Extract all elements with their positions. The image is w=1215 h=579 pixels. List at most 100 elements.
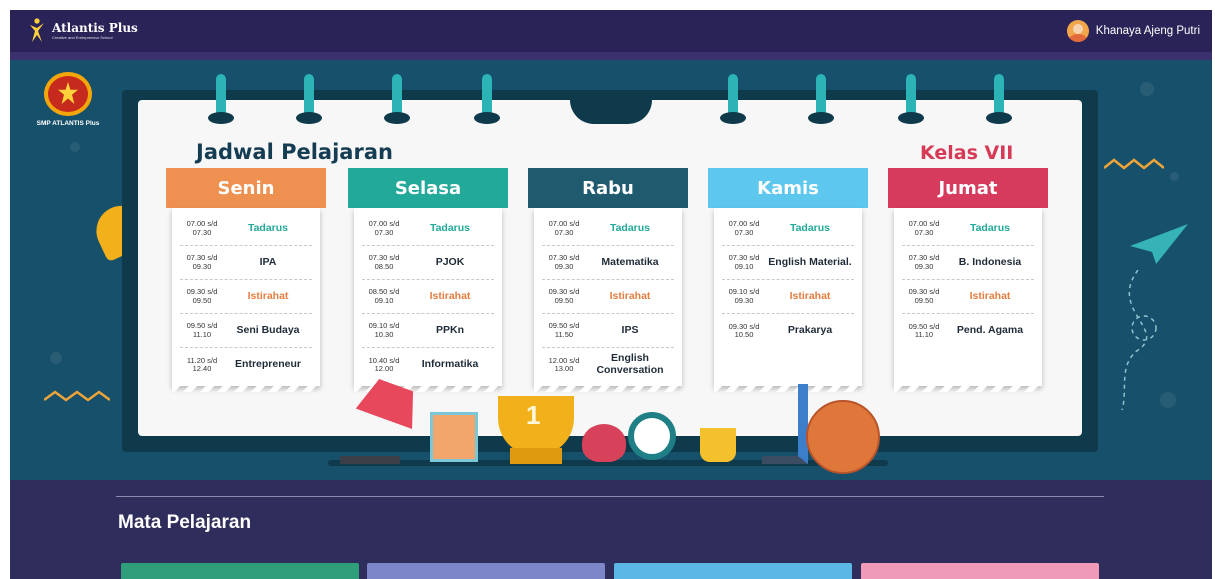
banner-top-strip bbox=[10, 52, 1212, 60]
slot-subject: Istirahat bbox=[789, 289, 831, 302]
subject-card[interactable] bbox=[367, 563, 605, 579]
slot-time: 09.30 s/d 09.50 bbox=[548, 287, 580, 305]
dotted-flight-path bbox=[1121, 270, 1157, 410]
day-schedule-card: 07.00 s/d 07.30 Tadarus 07.30 s/d 09.10 Eng… bbox=[714, 208, 862, 392]
day-header: Senin bbox=[166, 168, 326, 208]
schedule-slot: 07.30 s/d 09.30 IPA bbox=[180, 246, 312, 280]
schedule-slot: 07.30 s/d 09.30 B. Indonesia bbox=[902, 246, 1034, 280]
day-schedule-card: 07.00 s/d 07.30 Tadarus 07.30 s/d 09.30 Mat… bbox=[534, 208, 682, 392]
schedule-slot: 09.10 s/d 10.30 PPKn bbox=[362, 314, 494, 348]
slot-time: 09.30 s/d 09.50 bbox=[186, 287, 218, 305]
slot-subject: Tadarus bbox=[429, 221, 471, 234]
brand-tagline: Creative and Entrepreneur School bbox=[52, 35, 113, 40]
trophy-base bbox=[510, 448, 562, 464]
schedule-banner: SMP ATLANTIS Plus Jadwal Pelajaran Kelas… bbox=[10, 52, 1212, 480]
slot-time: 07.30 s/d 09.30 bbox=[908, 253, 940, 271]
day-header: Kamis bbox=[708, 168, 868, 208]
slot-time: 07.00 s/d 07.30 bbox=[368, 219, 400, 237]
slot-time: 07.30 s/d 09.10 bbox=[728, 253, 760, 271]
slot-subject: Seni Budaya bbox=[236, 323, 300, 336]
slot-time: 09.50 s/d 11.50 bbox=[548, 321, 580, 339]
slot-time: 07.00 s/d 07.30 bbox=[908, 219, 940, 237]
schedule-slot: 07.00 s/d 07.30 Tadarus bbox=[902, 212, 1034, 246]
subject-card[interactable] bbox=[614, 563, 852, 579]
school-logo: SMP ATLANTIS Plus bbox=[28, 72, 108, 127]
schedule-slot: 07.30 s/d 09.10 English Material. bbox=[722, 246, 854, 280]
day-column-selasa: Selasa 07.00 s/d 07.30 Tadarus 07.30 s/d 08… bbox=[348, 168, 508, 392]
schedule-slot: 09.50 s/d 11.10 Seni Budaya bbox=[180, 314, 312, 348]
schedule-slot: 11.20 s/d 12.40 Entrepreneur bbox=[180, 348, 312, 382]
slot-subject: Istirahat bbox=[429, 289, 471, 302]
slot-subject: Istirahat bbox=[247, 289, 289, 302]
subject-card[interactable] bbox=[861, 563, 1099, 579]
slot-subject: PPKn bbox=[435, 323, 464, 336]
schedule-slot: 10.40 s/d 12.00 Informatika bbox=[362, 348, 494, 382]
day-schedule-card: 07.00 s/d 07.30 Tadarus 07.30 s/d 09.30 B. … bbox=[894, 208, 1042, 392]
slot-time: 08.50 s/d 09.10 bbox=[368, 287, 400, 305]
subjects-section: Mata Pelajaran bbox=[10, 480, 1212, 579]
books-icon bbox=[430, 412, 478, 462]
slot-subject: English Material. bbox=[768, 255, 852, 268]
day-column-rabu: Rabu 07.00 s/d 07.30 Tadarus 07.30 s/d 09.3… bbox=[528, 168, 688, 392]
bubble-decoration bbox=[50, 352, 62, 364]
zigzag-decoration bbox=[1104, 158, 1164, 170]
day-column-kamis: Kamis 07.00 s/d 07.30 Tadarus 07.30 s/d 09.… bbox=[708, 168, 868, 392]
schedule-slot: 09.50 s/d 11.50 IPS bbox=[542, 314, 674, 348]
slot-subject: Tadarus bbox=[789, 221, 831, 234]
binder-ring bbox=[986, 74, 1012, 124]
slot-time: 09.50 s/d 11.10 bbox=[908, 321, 940, 339]
trophy-number: 1 bbox=[526, 400, 541, 430]
avatar[interactable] bbox=[1066, 20, 1089, 42]
slot-subject: Tadarus bbox=[247, 221, 289, 234]
slot-time: 07.30 s/d 09.30 bbox=[186, 253, 218, 271]
zigzag-decoration bbox=[44, 390, 110, 402]
slot-time: 09.10 s/d 09.30 bbox=[728, 287, 760, 305]
user-menu[interactable]: Khanaya Ajeng Putri bbox=[1066, 20, 1200, 42]
slot-subject: Informatika bbox=[421, 358, 479, 371]
brand-logo[interactable]: Atlantis Plus Creative and Entrepreneur … bbox=[28, 18, 138, 44]
binder-ring bbox=[808, 74, 834, 124]
schedule-slot: 07.00 s/d 07.30 Tadarus bbox=[542, 212, 674, 246]
school-label: SMP ATLANTIS Plus bbox=[36, 120, 100, 127]
slot-subject: Istirahat bbox=[609, 289, 651, 302]
slot-time: 09.50 s/d 11.10 bbox=[186, 321, 218, 339]
section-divider bbox=[116, 496, 1104, 497]
microscope-icon bbox=[762, 384, 808, 464]
day-header: Selasa bbox=[348, 168, 508, 208]
binder-ring bbox=[898, 74, 924, 124]
slot-time: 07.00 s/d 07.30 bbox=[728, 219, 760, 237]
bubble-decoration bbox=[1170, 172, 1179, 181]
slot-subject: English Conversation bbox=[596, 352, 664, 376]
paper-plane-icon bbox=[1130, 224, 1188, 264]
slot-time: 07.00 s/d 07.30 bbox=[548, 219, 580, 237]
slot-subject: Tadarus bbox=[609, 221, 651, 234]
schedule-slot: 09.30 s/d 09.50 Istirahat bbox=[902, 280, 1034, 314]
slot-subject: Entrepreneur bbox=[235, 358, 301, 371]
binder-ring bbox=[474, 74, 500, 124]
slot-time: 07.30 s/d 08.50 bbox=[368, 253, 400, 271]
pencil-cup-icon bbox=[700, 428, 736, 462]
alarm-clock-icon bbox=[628, 412, 676, 460]
user-name[interactable]: Khanaya Ajeng Putri bbox=[1096, 25, 1200, 37]
slot-subject: Pend. Agama bbox=[956, 324, 1024, 337]
slot-time: 09.10 s/d 10.30 bbox=[368, 321, 400, 339]
slot-time: 09.30 s/d 10.50 bbox=[728, 321, 760, 339]
flask-icon bbox=[582, 424, 626, 462]
day-schedule-card: 07.00 s/d 07.30 Tadarus 07.30 s/d 09.30 IPA… bbox=[172, 208, 320, 392]
schedule-slot: 07.30 s/d 09.30 Matematika bbox=[542, 246, 674, 280]
brand-figure-icon bbox=[30, 18, 44, 42]
brand-name: Atlantis Plus bbox=[52, 21, 138, 35]
schedule-slot: 12.00 s/d 13.00 English Conversation bbox=[542, 348, 674, 382]
schedule-title: Jadwal Pelajaran bbox=[196, 140, 393, 164]
slot-subject: B. Indonesia bbox=[958, 255, 1022, 268]
bubble-decoration bbox=[1140, 82, 1154, 96]
lamp-base bbox=[340, 456, 400, 464]
day-schedule-card: 07.00 s/d 07.30 Tadarus 07.30 s/d 08.50 PJO… bbox=[354, 208, 502, 392]
schedule-slot: 07.00 s/d 07.30 Tadarus bbox=[180, 212, 312, 246]
schedule-slot: 09.30 s/d 10.50 Prakarya bbox=[722, 314, 854, 348]
subject-card[interactable] bbox=[121, 563, 359, 579]
slot-time: 12.00 s/d 13.00 bbox=[548, 355, 580, 373]
bubble-decoration bbox=[70, 142, 80, 152]
slot-subject: Prakarya bbox=[787, 324, 833, 337]
schedule-slot: 07.30 s/d 08.50 PJOK bbox=[362, 246, 494, 280]
